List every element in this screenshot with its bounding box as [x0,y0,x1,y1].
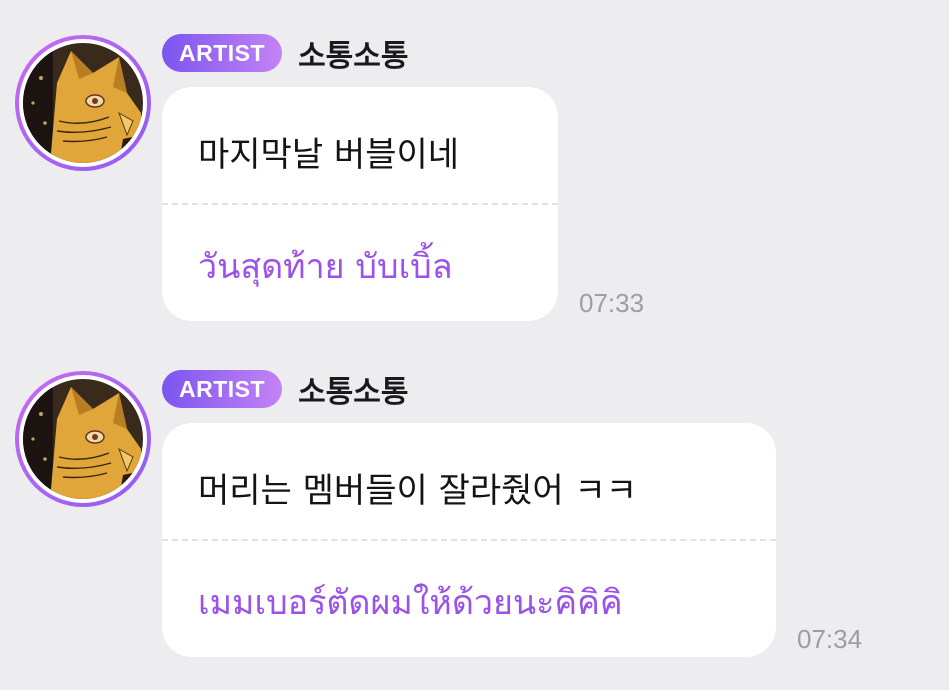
cat-illustration-avatar-icon [23,379,143,499]
artist-badge: ARTIST [162,370,283,408]
artist-avatar[interactable] [15,371,151,507]
message-timestamp: 07:33 [579,288,645,318]
cat-illustration-avatar-icon [23,43,143,163]
artist-badge: ARTIST [162,34,283,72]
translation-text: วันสุดท้าย บับเบิ้ล [198,247,453,287]
chat-view: ARTIST 소통소통 마지막날 버블이네 วันสุดท้าย บับเบิ้… [0,0,949,690]
message-bubble[interactable]: 머리는 멤버들이 잘라줬어 ㅋㅋ เมมเบอร์ตัดผมให้ด้วยนะค… [162,423,776,657]
translation-divider [162,203,558,205]
original-text: 머리는 멤버들이 잘라줬어 ㅋㅋ [198,471,638,511]
message-header: ARTIST 소통소통 [162,369,409,410]
artist-avatar[interactable] [15,35,151,171]
message-bubble[interactable]: 마지막날 버블이네 วันสุดท้าย บับเบิ้ล [162,87,558,321]
translation-text: เมมเบอร์ตัดผมให้ด้วยนะคิคิคิ [198,583,623,623]
translation-divider [162,539,776,541]
sender-name: 소통소통 [298,39,409,74]
sender-name: 소통소통 [298,375,409,410]
message-timestamp: 07:34 [797,624,863,654]
original-text: 마지막날 버블이네 [198,135,460,175]
message-header: ARTIST 소통소통 [162,33,409,74]
